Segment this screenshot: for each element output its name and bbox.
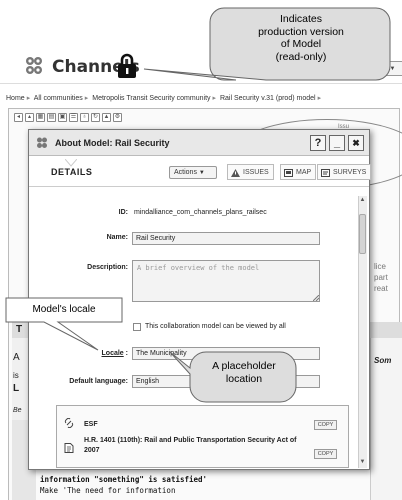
window-icon[interactable]: ▣ [58,113,67,122]
name-field[interactable]: Rail Security [132,232,320,245]
viewable-by-all-label: This collaboration model can be viewed b… [145,323,286,330]
right-background-panel [370,322,402,500]
placeholder-callout-text: A placeholder location [212,360,276,385]
left-panel-text-is: is [13,371,19,380]
code-line-2: Make 'The need for information [40,486,176,495]
locale-label[interactable]: Locale : [92,350,128,357]
user-icon[interactable]: ▴ [25,113,34,122]
tab-issues[interactable]: ISSUES [227,164,274,180]
link-icon [64,418,74,428]
breadcrumb: Home ▸ All communities ▸ Metropolis Transi… [6,94,402,102]
breadcrumb-home[interactable]: Home [6,95,25,102]
active-tab-pointer [65,159,77,167]
locale-field[interactable]: The Municipality [132,347,320,360]
scroll-up-icon[interactable]: ▲ [359,197,366,205]
actions-dropdown[interactable]: Actions ▼ [169,166,217,179]
dialog-title: About Model: Rail Security [55,138,170,148]
id-label: ID: [118,209,128,216]
warning-icon [231,169,240,177]
grid-icon[interactable]: ▦ [36,113,45,122]
dialog-tab-bar: DETAILS Actions ▼ ISSUES MAP SURVEYS [29,157,372,187]
copy-button[interactable]: COPY [314,420,337,430]
left-panel-text-be: Be [13,407,22,414]
tab-details[interactable]: DETAILS [29,157,129,187]
breadcrumb-separator-icon: ▸ [212,95,217,102]
chevron-down-icon: ▼ [198,170,205,176]
lock-icon [118,53,136,78]
description-label: Description: [87,264,128,271]
breadcrumb-community[interactable]: Metropolis Transit Security community [92,95,210,102]
survey-icon [321,169,330,177]
code-line-1: information "something" is satisfied' [40,475,208,484]
scrollbar-thumb[interactable] [359,214,366,254]
background-text-reat: reat [374,284,388,293]
id-value: mindalliance_com_channels_plans_railsec [134,209,267,216]
breadcrumb-separator-icon: ▸ [26,95,31,102]
resize-handle-icon[interactable] [313,295,319,301]
right-panel-header [370,322,402,338]
background-text-part: part [374,273,388,282]
right-panel-text-som: Som [374,356,392,365]
tab-surveys[interactable]: SURVEYS [317,164,372,180]
channels-logo-icon [26,57,42,74]
channels-small-icon [37,137,47,148]
help-button[interactable]: ? [310,135,326,151]
warning-icon[interactable]: ▲ [102,113,111,122]
back-icon[interactable]: ◂ [14,113,23,122]
show-dropdown[interactable]: Show ▼ [365,61,402,76]
settings-icon[interactable]: ⚙ [113,113,122,122]
left-panel-text-a: A [13,352,20,363]
reference-item-esf[interactable]: ESF [84,420,98,430]
dialog-title-bar[interactable]: About Model: Rail Security ? _ ✖ [29,130,369,156]
default-language-label: Default language: [69,378,128,385]
viewable-by-all-checkbox[interactable] [133,323,141,331]
description-textarea[interactable]: A brief overview of the model [132,260,320,302]
workspace-toolbar: ◂ ▴ ▦ ▤ ▣ ☰ ♁ ↻ ▲ ⚙ [14,113,122,122]
background-code-text: information "something" is satisfied' Ma… [40,474,207,496]
refresh-icon[interactable]: ↻ [91,113,100,122]
table-icon[interactable]: ▤ [47,113,56,122]
tab-map[interactable]: MAP [280,164,317,180]
production-callout-text: Indicates production version of Model (r… [258,13,344,63]
background-text-lice: lice [374,262,387,271]
map-icon [284,169,293,177]
reference-item-hr1401[interactable]: H.R. 1401 (110th): Rail and Public Trans… [84,436,310,456]
document-icon [64,443,74,453]
chevron-down-icon: ▼ [389,66,396,72]
bulb-icon[interactable]: ♁ [80,113,89,122]
locale-callout-text: Model's locale [32,304,96,315]
left-panel-text-l: L [13,383,20,394]
name-label: Name: [106,234,128,241]
breadcrumb-model[interactable]: Rail Security v.31 (prod) model [220,95,316,102]
close-button[interactable]: ✖ [348,135,364,151]
breadcrumb-all-communities[interactable]: All communities [34,95,83,102]
minimize-button[interactable]: _ [329,135,345,151]
breadcrumb-separator-icon: ▸ [317,95,322,102]
scroll-down-icon[interactable]: ▼ [359,459,366,467]
list-icon[interactable]: ☰ [69,113,78,122]
copy-button[interactable]: COPY [314,449,337,459]
breadcrumb-separator-icon: ▸ [84,95,89,102]
